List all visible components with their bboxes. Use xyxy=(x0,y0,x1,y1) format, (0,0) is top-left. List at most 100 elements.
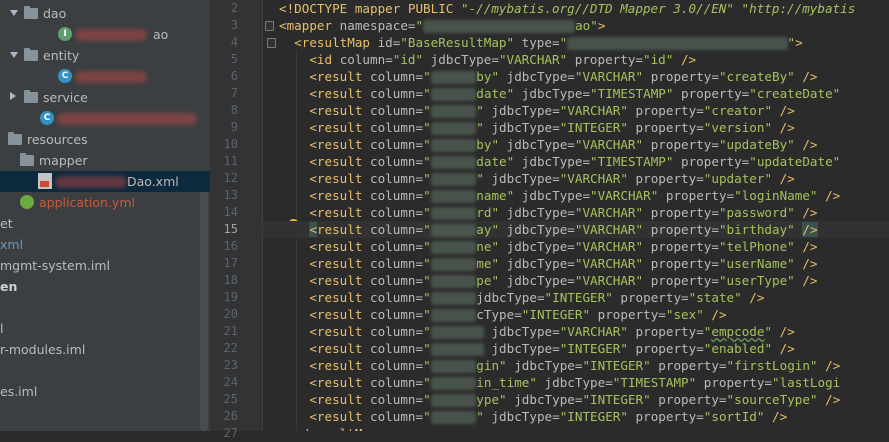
project-tree-item[interactable]: Dao.xml xyxy=(0,171,210,192)
project-tree-item[interactable]: mgmt-system.iml xyxy=(0,255,210,276)
line-number: 6 xyxy=(230,69,238,83)
project-tree-item[interactable] xyxy=(0,360,210,381)
project-tree-item[interactable]: resources xyxy=(0,129,210,150)
code-line[interactable]: <result column=" ay" jdbcType="VARCHAR" p… xyxy=(263,221,889,238)
project-tree-item[interactable]: mapper xyxy=(0,150,210,171)
project-tree-item[interactable]: en xyxy=(0,276,210,297)
redacted-text xyxy=(430,190,477,203)
code-token: me" xyxy=(476,256,500,271)
code-token: name" xyxy=(476,188,515,203)
project-tree-item[interactable]: C xyxy=(0,108,210,129)
folder-icon xyxy=(8,132,22,145)
code-editor[interactable]: <!DOCTYPE mapper PUBLIC "-//mybatis.org/… xyxy=(263,0,889,431)
code-line[interactable]: <result column=" jdbcType="INTEGER" prope… xyxy=(263,289,889,306)
code-line[interactable]: <result column=" ne" jdbcType="VARCHAR" p… xyxy=(263,238,889,255)
project-tree-item-label: ao xyxy=(153,27,169,42)
project-tree-item[interactable]: et xyxy=(0,213,210,234)
line-number: 21 xyxy=(223,324,238,338)
code-line[interactable]: <result column=" by" jdbcType="VARCHAR" p… xyxy=(263,136,889,153)
code-token: column= xyxy=(370,358,424,373)
project-tree-item[interactable]: es.iml xyxy=(0,381,210,402)
code-line[interactable]: <result column=" " jdbcType="INTEGER" pro… xyxy=(263,408,889,425)
project-tree-item[interactable]: l xyxy=(0,318,210,339)
code-token: jdbcType= xyxy=(483,120,560,135)
project-tree-item[interactable]: xml xyxy=(0,234,210,255)
code-line[interactable]: <id column="id" jdbcType="VARCHAR" prope… xyxy=(263,51,889,68)
redacted-text xyxy=(430,156,477,169)
line-number: 11 xyxy=(223,154,238,168)
code-line[interactable]: <result column=" " jdbcType="VARCHAR" pro… xyxy=(263,102,889,119)
project-tree-item-label: dao xyxy=(43,6,67,21)
code-token: jdbcType= xyxy=(483,324,560,339)
code-token: " xyxy=(415,18,424,33)
project-tree-item[interactable]: C xyxy=(0,66,210,87)
code-line[interactable]: <result column=" jdbcType="VARCHAR" prop… xyxy=(263,323,889,340)
redacted-text xyxy=(430,309,477,322)
code-token: <result xyxy=(309,86,371,101)
code-token: property= xyxy=(643,205,719,220)
code-token: " xyxy=(787,35,796,50)
code-token: <result xyxy=(309,290,371,305)
project-tree-item[interactable]: entity xyxy=(0,45,210,66)
redacted-text xyxy=(430,71,477,84)
code-token: "VARCHAR" xyxy=(574,205,644,220)
code-line[interactable]: <result column=" " jdbcType="INTEGER" pro… xyxy=(263,119,889,136)
project-tree-panel[interactable]: dao Iao entity Cservice Cresources mapper Dao.… xyxy=(0,0,210,431)
code-token: jdbcType= xyxy=(499,256,575,271)
expand-arrow-icon[interactable] xyxy=(10,10,18,16)
code-token: property= xyxy=(658,188,735,203)
project-tree-item[interactable]: r-modules.iml xyxy=(0,339,210,360)
code-token: "updateBy" xyxy=(718,137,795,152)
code-token: ype" xyxy=(476,392,507,407)
code-line[interactable]: <result column=" " jdbcType="VARCHAR" pro… xyxy=(263,170,889,187)
code-line[interactable]: <mapper namespace=" ao"> xyxy=(263,17,889,34)
code-line[interactable]: <result column=" name" jdbcType="VARCHAR"… xyxy=(263,187,889,204)
code-line[interactable]: <result column=" date" jdbcType="TIMESTAM… xyxy=(263,153,889,170)
code-token: column= xyxy=(370,409,424,424)
code-line[interactable]: <result column=" gin" jdbcType="INTEGER" … xyxy=(263,357,889,374)
code-token: <result xyxy=(309,154,371,169)
code-token: < xyxy=(309,222,317,237)
code-line[interactable]: <result column=" ype" jdbcType="INTEGER" … xyxy=(263,391,889,408)
line-number: 12 xyxy=(223,171,238,185)
code-token: property= xyxy=(627,324,704,339)
project-tree-item[interactable]: Iao xyxy=(0,24,210,45)
code-line[interactable]: <result column=" cType="INTEGER" property… xyxy=(263,306,889,323)
code-token: in_time" xyxy=(476,375,537,390)
code-line[interactable]: <result column=" in_time" jdbcType="TIMES… xyxy=(263,374,889,391)
project-tree-item[interactable] xyxy=(0,297,210,318)
line-number: 27 xyxy=(223,426,238,440)
code-token: jdbcType= xyxy=(499,273,575,288)
code-token: <result xyxy=(309,120,371,135)
code-line[interactable]: <resultMap id="BaseResultMap" type=" "> xyxy=(263,34,889,51)
collapse-arrow-icon[interactable] xyxy=(10,92,16,100)
project-tree-item[interactable]: service xyxy=(0,87,210,108)
code-token: " xyxy=(423,256,431,271)
redacted-text xyxy=(430,139,477,152)
code-line[interactable]: <!DOCTYPE mapper PUBLIC "-//mybatis.org/… xyxy=(263,0,889,17)
project-tree-item-label: mapper xyxy=(39,153,88,168)
expand-arrow-icon[interactable] xyxy=(10,52,18,58)
code-line[interactable]: </resultMap> xyxy=(263,425,889,431)
code-token: "VARCHAR" xyxy=(574,273,644,288)
code-line[interactable]: <result column=" rd" jdbcType="VARCHAR" p… xyxy=(263,204,889,221)
project-tree-item[interactable]: application.yml xyxy=(0,192,210,213)
code-token: " xyxy=(476,120,484,135)
code-token: property= xyxy=(627,120,704,135)
code-line[interactable]: <result column=" date" jdbcType="TIMESTAM… xyxy=(263,85,889,102)
code-token: "birthday" xyxy=(718,222,795,237)
code-token: column= xyxy=(370,171,424,186)
code-line[interactable]: <result column=" pe" jdbcType="VARCHAR" p… xyxy=(263,272,889,289)
code-token: /> xyxy=(794,273,818,288)
code-line[interactable]: <result column=" me" jdbcType="VARCHAR" p… xyxy=(263,255,889,272)
code-line[interactable]: <result column=" jdbcType="INTEGER" prop… xyxy=(263,340,889,357)
code-token: "loginName" xyxy=(734,188,818,203)
project-tree-item[interactable]: dao xyxy=(0,3,210,24)
code-token: by" xyxy=(476,69,500,84)
code-token: "lastLogi xyxy=(772,375,841,390)
code-line[interactable]: <result column=" by" jdbcType="VARCHAR" p… xyxy=(263,68,889,85)
code-token: column= xyxy=(370,375,424,390)
